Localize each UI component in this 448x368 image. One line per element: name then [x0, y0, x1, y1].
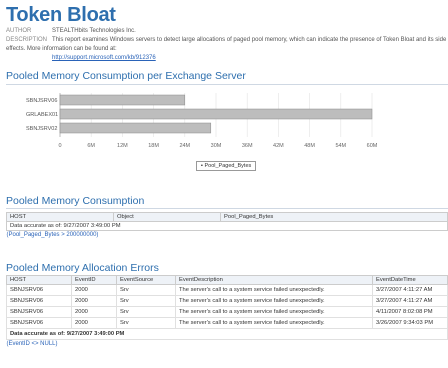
table-row: SBNJSRV06 2000 Srv The server's call to a s…: [6, 306, 448, 318]
tick-label: 18M: [148, 143, 159, 149]
report-title: Token Bloat: [6, 4, 116, 26]
tick-label: 60M: [367, 143, 378, 149]
tick-label: 6M: [87, 143, 95, 149]
data-accurate-note: Data accurate as of: 9/27/2007 3:49:00 P…: [6, 221, 448, 231]
legend-series-label: Pool_Paged_Bytes: [204, 163, 252, 169]
consumption-table: HOST Object Pool_Paged_Bytes Data accura…: [6, 212, 448, 239]
divider: [6, 84, 448, 85]
table-cell: The server's call to a system service fa…: [175, 306, 373, 318]
table-header-row: HOST EventID EventSource EventDescriptio…: [6, 275, 448, 285]
author-label: AUTHOR: [6, 28, 32, 34]
table-cell: 3/27/2007 4:11:27 AM: [372, 295, 448, 307]
description-label: DESCRIPTION: [6, 37, 48, 43]
table-cell: Srv: [116, 284, 176, 296]
column-header: EventID: [71, 275, 117, 285]
table-cell: SBNJSRV06: [6, 306, 72, 318]
tick-label: 0: [58, 143, 61, 149]
report-meta: AUTHOR STEALTHbits Technologies Inc. DESC…: [6, 27, 448, 63]
table-cell: 2000: [71, 317, 117, 329]
divider: [6, 208, 448, 209]
filter-text: (Pool_Paged_Bytes > 200000000): [6, 232, 99, 238]
errors-section-title: Pooled Memory Allocation Errors: [6, 262, 159, 274]
errors-table: HOST EventID EventSource EventDescriptio…: [6, 275, 448, 348]
bar: [59, 122, 212, 134]
column-header: HOST: [6, 212, 114, 222]
category-label: SBNJSRV06: [26, 98, 57, 104]
table-row: SBNJSRV06 2000 Srv The server's call to a s…: [6, 317, 448, 329]
bar: [59, 94, 186, 106]
table-cell: 2000: [71, 284, 117, 296]
tick-label: 12M: [117, 143, 128, 149]
table-cell: SBNJSRV06: [6, 284, 72, 296]
column-header: Object: [113, 212, 221, 222]
table-cell: SBNJSRV06: [6, 295, 72, 307]
table-cell: 2000: [71, 306, 117, 318]
table-row: SBNJSRV06 2000 Srv The server's call to a s…: [6, 295, 448, 307]
table-cell: 2000: [71, 295, 117, 307]
tick-label: 48M: [304, 143, 315, 149]
tick-label: 30M: [211, 143, 222, 149]
column-header: Pool_Paged_Bytes: [220, 212, 448, 222]
errors-table-body: SBNJSRV06 2000 Srv The server's call to a s…: [6, 284, 448, 329]
tick-label: 42M: [273, 143, 284, 149]
column-header: HOST: [6, 275, 72, 285]
table-cell: 3/26/2007 9:34:03 PM: [372, 317, 448, 329]
kb-link[interactable]: http://support.microsoft.com/kb/912376: [52, 55, 156, 61]
tick-label: 54M: [335, 143, 346, 149]
tick-label: 36M: [242, 143, 253, 149]
column-header: EventDescription: [175, 275, 373, 285]
table-cell: Srv: [116, 306, 176, 318]
column-header: EventSource: [116, 275, 176, 285]
column-header: EventDateTime: [372, 275, 448, 285]
chart-legend: ▪ Pool_Paged_Bytes: [196, 161, 257, 171]
table-cell: SBNJSRV06: [6, 317, 72, 329]
chart-section-title: Pooled Memory Consumption per Exchange S…: [6, 70, 246, 82]
table-cell: 3/27/2007 4:11:27 AM: [372, 284, 448, 296]
bar: [59, 108, 373, 120]
table-cell: The server's call to a system service fa…: [175, 295, 373, 307]
table-row: SBNJSRV06 2000 Srv The server's call to a s…: [6, 284, 448, 296]
table-header-row: HOST Object Pool_Paged_Bytes: [6, 212, 448, 222]
report-page: Token Bloat AUTHOR STEALTHbits Technologi…: [0, 0, 448, 368]
table-cell: The server's call to a system service fa…: [175, 317, 373, 329]
table-cell: The server's call to a system service fa…: [175, 284, 373, 296]
category-label: GRLABEX01: [26, 112, 58, 118]
chart-svg: 0 6M 12M 18M 24M 30M 36M 42M 48M 54M 60M SBNJSRV06 G…: [26, 93, 378, 149]
table-cell: Srv: [116, 317, 176, 329]
tick-label: 24M: [179, 143, 190, 149]
filter-text: (EventID <> NULL): [6, 341, 58, 347]
category-label: SBNJSRV02: [26, 126, 57, 132]
data-accurate-note: Data accurate as of: 9/27/2007 3:49:00 P…: [6, 328, 448, 340]
consumption-section-title: Pooled Memory Consumption: [6, 195, 145, 207]
author-value: STEALTHbits Technologies Inc.: [52, 28, 136, 34]
table-cell: Srv: [116, 295, 176, 307]
bar-chart: 0 6M 12M 18M 24M 30M 36M 42M 48M 54M 60M SBNJSRV06 G…: [10, 89, 380, 181]
table-cell: 4/11/2007 8:02:08 PM: [372, 306, 448, 318]
description-text: This report examines Windows servers to …: [6, 37, 447, 52]
